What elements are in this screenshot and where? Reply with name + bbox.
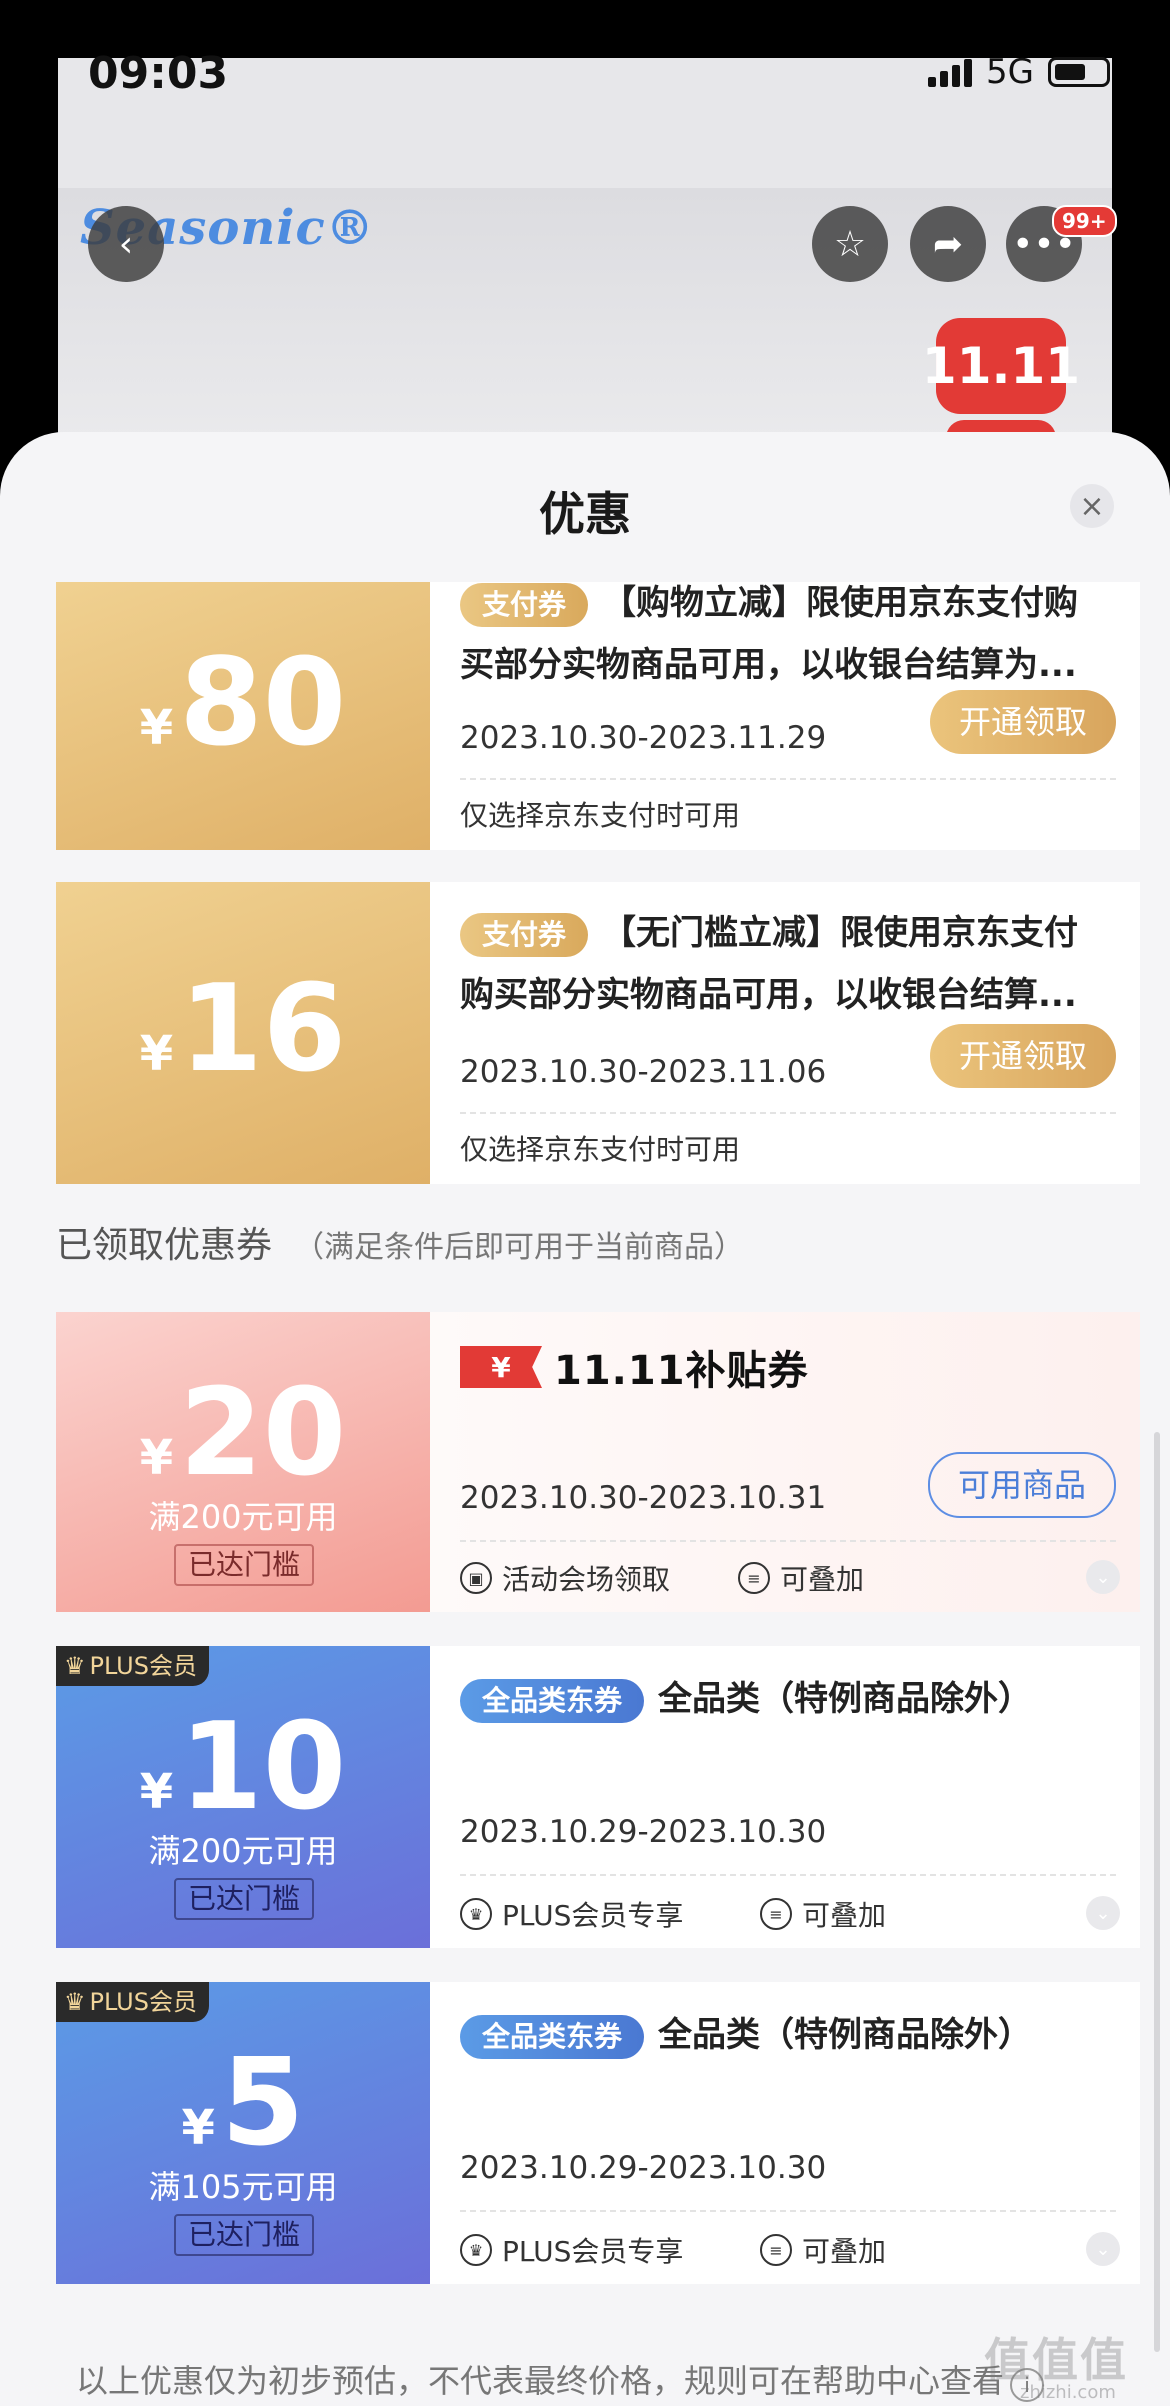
coupon-description: 支付券 【无门槛立减】限使用京东支付 [460,902,1116,964]
status-time: 09:03 [88,48,229,99]
coupon-description: 支付券 【购物立减】限使用京东支付购 [460,582,1116,634]
stackable-icon: ≡ [760,2234,792,2266]
currency-symbol: ¥ [139,700,174,756]
coupon-amount: 16 [179,960,347,1099]
coupon-card[interactable]: ¥ 80 支付券 【购物立减】限使用京东支付购 买部分实物商品可用，以收银台结算为… [56,582,1140,850]
coupon-value-panel: ¥ 80 [56,582,430,850]
promo-1111-badge[interactable]: 11.11 [922,318,1080,414]
coupon-note: 仅选择京东支付时可用 [460,799,741,832]
coupon-condition: 满200元可用 [148,1498,338,1536]
coupon-amount: 20 [179,1364,347,1503]
coupon-condition: 满105元可用 [148,2168,338,2206]
coupon-validity: 2023.10.30-2023.10.31 [460,1480,827,1516]
back-button[interactable]: ‹ [88,206,164,282]
coupon-tag: 全品类东券 [460,2014,645,2059]
currency-symbol: ¥ [139,1430,174,1486]
coupon-amount: 80 [179,634,347,773]
expand-chevron-icon[interactable]: ⌄ [1086,1896,1120,1930]
stackable-icon: ≡ [738,1562,770,1594]
network-label: 5G [986,52,1034,92]
coupon-validity: 2023.10.29-2023.10.30 [460,2150,827,2186]
share-button[interactable]: ➦ [910,206,986,282]
venue-icon: ▣ [460,1562,492,1594]
claim-button[interactable]: 开通领取 [930,690,1116,754]
status-icons: 5G [928,52,1110,92]
coupon-card[interactable]: ♛ PLUS会员 ¥ 5 满105元可用 已达门槛 全品类东券 全品类（特例商品除外… [56,1982,1140,2284]
coupon-description-line2: 购买部分实物商品可用，以收银台结算... [460,975,1077,1015]
coupon-feature: ≡ 可叠加 [760,2230,886,2270]
watermark: 值值值 [984,2333,1128,2387]
coupon-value-panel: ¥ 20 满200元可用 已达门槛 [56,1312,430,1612]
stackable-icon: ≡ [760,1898,792,1930]
signal-icon [928,57,973,87]
coupon-tag: 支付券 [460,912,589,957]
coupon-feature: ▣ 活动会场领取 [460,1558,670,1598]
threshold-badge: 已达门槛 [174,1544,314,1586]
notification-badge: 99+ [1052,205,1117,237]
close-button[interactable]: × [1070,484,1114,528]
coupon-value-panel: ¥ 16 [56,882,430,1184]
yen-icon: ¥ [460,1346,542,1388]
coupon-condition: 满200元可用 [148,1832,338,1870]
watermark-url: zhizhi.com [1020,2382,1116,2403]
plus-member-tag: ♛ PLUS会员 [56,1646,209,1686]
coupon-validity: 2023.10.30-2023.11.29 [460,720,827,756]
scrollbar[interactable] [1154,1432,1160,2352]
share-icon: ➦ [932,223,964,265]
coupon-validity: 2023.10.30-2023.11.06 [460,1054,827,1090]
subsidy-coupon-title: 11.11补贴券 [554,1348,809,1394]
threshold-badge: 已达门槛 [174,2214,314,2256]
footer-note: 以上优惠仅为初步预估，不代表最终价格，规则可在帮助中心查看 i [76,2356,1045,2402]
expand-chevron-icon[interactable]: ⌄ [1086,1560,1120,1594]
section-subtitle: （满足条件后即可用于当前商品） [294,1230,745,1265]
currency-symbol: ¥ [139,1764,174,1820]
coupon-description: 全品类东券 全品类（特例商品除外） [460,1668,1116,1730]
sheet-title: 优惠 [539,487,631,541]
coupon-validity: 2023.10.29-2023.10.30 [460,1814,827,1850]
coupon-tag: 支付券 [460,582,589,627]
coupon-amount: 10 [179,1698,347,1837]
section-title: 已领取优惠券 [56,1225,273,1266]
coupon-value-panel: ♛ PLUS会员 ¥ 5 满105元可用 已达门槛 [56,1982,430,2284]
subsidy-coupon-logo: ¥ 11.11补贴券 [460,1338,1116,1396]
coupon-feature: ≡ 可叠加 [738,1558,864,1598]
close-icon: × [1079,488,1105,524]
coupon-card[interactable]: ¥ 20 满200元可用 已达门槛 ¥ 11.11补贴券 2023.10.30-… [56,1312,1140,1612]
claimed-section-header: 已领取优惠券 （满足条件后即可用于当前商品） [56,1216,744,1268]
crown-icon: ♛ [460,2234,492,2266]
offers-sheet: 优惠 × ¥ 80 支付券 【购物立减】限使用京东支付购 买部分实物商品可用，以收… [0,432,1170,2406]
coupon-description-line2: 买部分实物商品可用，以收银台结算为... [460,645,1077,685]
coupon-card[interactable]: ♛ PLUS会员 ¥ 10 满200元可用 已达门槛 全品类东券 全品类（特例商品除… [56,1646,1140,1948]
eligible-products-button[interactable]: 可用商品 [928,1452,1116,1518]
star-icon: ☆ [833,223,867,265]
coupon-note: 仅选择京东支付时可用 [460,1133,741,1166]
crown-icon: ♛ [64,1652,86,1680]
coupon-feature: ≡ 可叠加 [760,1894,886,1934]
favorite-button[interactable]: ☆ [812,206,888,282]
coupon-amount: 5 [220,2034,305,2173]
plus-member-tag: ♛ PLUS会员 [56,1982,209,2022]
coupon-feature: ♛ PLUS会员专享 [460,1894,683,1934]
coupon-value-panel: ♛ PLUS会员 ¥ 10 满200元可用 已达门槛 [56,1646,430,1948]
expand-chevron-icon[interactable]: ⌄ [1086,2232,1120,2266]
currency-symbol: ¥ [139,1026,174,1082]
coupon-feature: ♛ PLUS会员专享 [460,2230,683,2270]
crown-icon: ♛ [64,1988,86,2016]
coupon-tag: 全品类东券 [460,1678,645,1723]
coupon-card[interactable]: ¥ 16 支付券 【无门槛立减】限使用京东支付 购买部分实物商品可用，以收银台结算… [56,882,1140,1184]
currency-symbol: ¥ [181,2100,215,2156]
battery-icon [1048,57,1110,87]
coupon-description: 全品类东券 全品类（特例商品除外） [460,2004,1116,2066]
threshold-badge: 已达门槛 [174,1878,314,1920]
chevron-left-icon: ‹ [118,223,134,265]
claim-button[interactable]: 开通领取 [930,1024,1116,1088]
crown-icon: ♛ [460,1898,492,1930]
